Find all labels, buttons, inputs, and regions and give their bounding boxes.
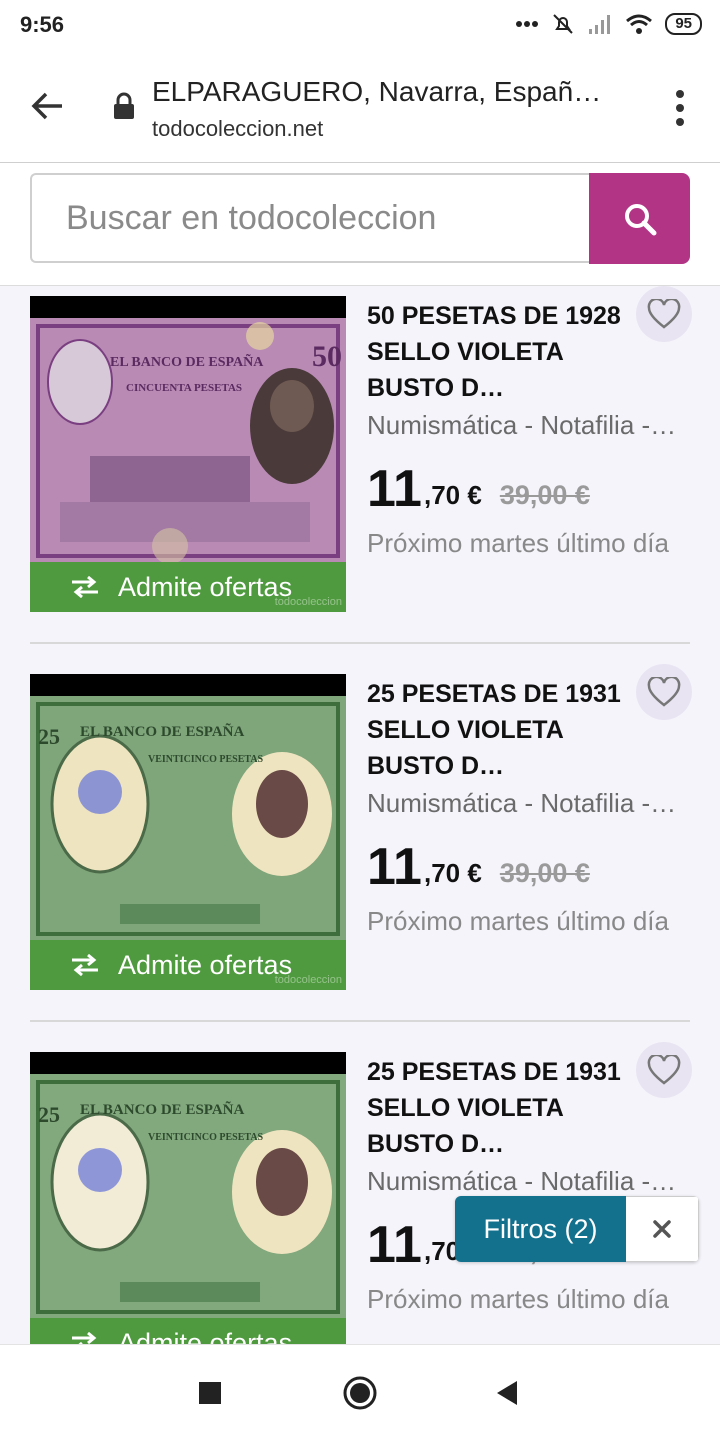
product-image[interactable]: EL BANCO DE ESPAÑA VEINTICINCO PESETAS 2… — [30, 674, 346, 990]
divider — [30, 1020, 690, 1022]
price-integer: 11 — [367, 460, 422, 518]
search-input[interactable] — [30, 173, 590, 263]
product-title[interactable]: 50 PESETAS DE 1928 SELLO VIOLETA BUSTO D… — [367, 298, 637, 406]
product-info: 25 PESETAS DE 1931 SELLO VIOLETA BUSTO D… — [367, 664, 692, 941]
search-icon — [624, 203, 656, 235]
note-denomination: 50 — [312, 340, 342, 373]
more-vert-icon[interactable] — [674, 88, 686, 128]
status-time: 9:56 — [20, 12, 65, 37]
note-value: VEINTICINCO PESETAS — [148, 754, 264, 765]
watermark: todocoleccion — [274, 974, 342, 986]
product-category: Numismática - Notafilia -… — [367, 1166, 677, 1196]
note-header: EL BANCO DE ESPAÑA — [80, 722, 245, 740]
price-integer: 11 — [367, 1216, 422, 1274]
system-nav-bar — [0, 1344, 720, 1441]
price-old: 39,00 € — [499, 858, 590, 888]
search-area — [0, 163, 720, 286]
swap-arrows-icon — [72, 576, 98, 598]
dots-icon — [516, 21, 539, 27]
product-image[interactable]: EL BANCO DE ESPAÑA CINCUENTA PESETAS 50 … — [30, 296, 346, 612]
price-row: 11 ,70 € 39,00 € — [367, 833, 692, 893]
heart-icon — [647, 299, 681, 329]
product-title[interactable]: 25 PESETAS DE 1931 SELLO VIOLETA BUSTO D… — [367, 1054, 637, 1162]
product-image[interactable]: EL BANCO DE ESPAÑA VEINTICINCO PESETAS 2… — [30, 1052, 346, 1368]
lock-icon — [114, 92, 134, 119]
nav-recents-icon[interactable] — [199, 1382, 221, 1404]
wifi-icon — [626, 14, 653, 34]
mute-bell-icon — [553, 14, 574, 34]
price-row: 11 ,70 € 39,00 € — [367, 455, 692, 515]
back-arrow-icon[interactable] — [28, 86, 68, 126]
favorite-button[interactable] — [636, 1042, 692, 1098]
nav-back-icon[interactable] — [495, 1379, 519, 1407]
url-domain[interactable]: todocoleccion.net — [152, 116, 323, 142]
note-header: EL BANCO DE ESPAÑA — [80, 1100, 245, 1118]
note-value: VEINTICINCO PESETAS — [148, 1132, 264, 1143]
watermark: todocoleccion — [274, 596, 342, 608]
search-button[interactable] — [589, 173, 690, 264]
offer-badge-label: Admite ofertas — [118, 571, 293, 602]
filters-button[interactable]: Filtros (2) — [455, 1196, 626, 1262]
status-icons: 95 — [515, 12, 702, 36]
swap-arrows-icon — [72, 954, 98, 976]
price-integer: 11 — [367, 838, 422, 896]
note-value: CINCUENTA PESETAS — [126, 382, 242, 394]
price-decimal: ,70 € — [423, 480, 482, 510]
product-card[interactable]: EL BANCO DE ESPAÑA VEINTICINCO PESETAS 2… — [30, 664, 692, 992]
delivery-text: Próximo martes último día — [367, 1284, 669, 1314]
page-title[interactable]: ELPARAGUERO, Navarra, Españ… — [152, 76, 622, 108]
close-icon — [653, 1220, 671, 1238]
offer-badge-label: Admite ofertas — [118, 949, 293, 980]
offer-badge: Admite ofertas todocoleccion — [30, 562, 346, 612]
favorite-button[interactable] — [636, 664, 692, 720]
browser-toolbar: ELPARAGUERO, Navarra, Españ… todocolecci… — [0, 52, 720, 163]
note-denomination: 25 — [38, 724, 60, 749]
product-title[interactable]: 25 PESETAS DE 1931 SELLO VIOLETA BUSTO D… — [367, 676, 637, 784]
product-card[interactable]: EL BANCO DE ESPAÑA CINCUENTA PESETAS 50 … — [30, 286, 692, 614]
product-info: 50 PESETAS DE 1928 SELLO VIOLETA BUSTO D… — [367, 286, 692, 563]
divider — [30, 642, 690, 644]
nav-home-icon[interactable] — [342, 1375, 378, 1411]
filters-close-button[interactable] — [626, 1196, 699, 1262]
favorite-button[interactable] — [636, 286, 692, 342]
battery-indicator: 95 — [665, 13, 702, 35]
product-info: 25 PESETAS DE 1931 SELLO VIOLETA BUSTO D… — [367, 1042, 692, 1319]
delivery-text: Próximo martes último día — [367, 528, 669, 558]
price-old: 39,00 € — [499, 480, 590, 510]
filters-pill: Filtros (2) — [455, 1196, 699, 1262]
note-header: EL BANCO DE ESPAÑA — [110, 352, 264, 370]
signal-icon — [589, 15, 611, 34]
note-denomination: 25 — [38, 1102, 60, 1127]
price-decimal: ,70 € — [423, 858, 482, 888]
delivery-text: Próximo martes último día — [367, 906, 669, 936]
product-category: Numismática - Notafilia -… — [367, 788, 677, 818]
heart-icon — [647, 677, 681, 707]
status-bar: 9:56 95 — [0, 0, 720, 52]
offer-badge: Admite ofertas todocoleccion — [30, 940, 346, 990]
heart-icon — [647, 1055, 681, 1085]
product-category: Numismática - Notafilia -… — [367, 410, 677, 440]
